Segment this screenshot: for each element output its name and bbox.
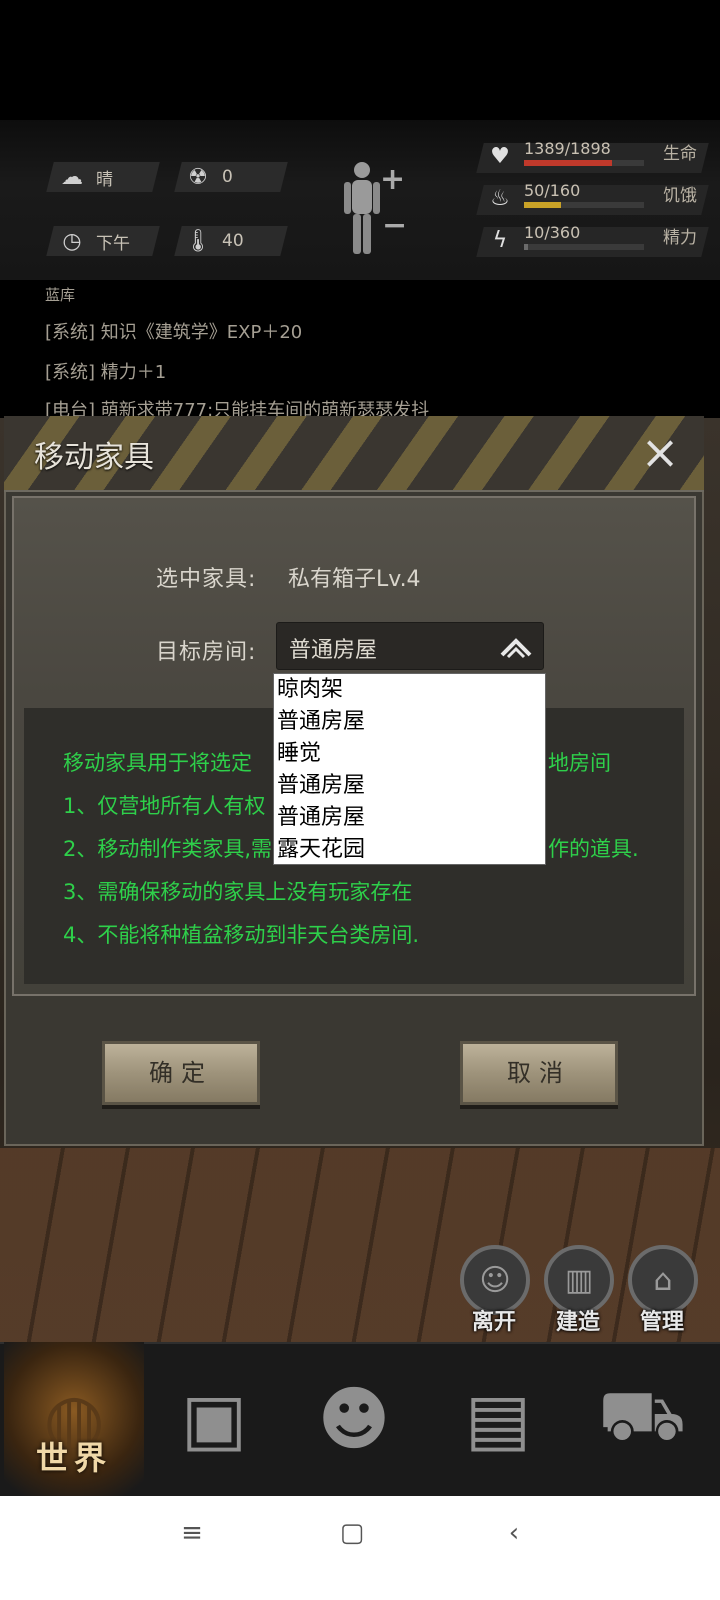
health-value: 1389/1898 [524,139,611,158]
dropdown-option[interactable]: 普通房屋 [274,706,545,738]
hunger-bar-fill [524,202,562,208]
info-line: 移动家具用于将选定 [63,751,252,775]
selected-furniture-label: 选中家具: [156,567,257,592]
cancel-button[interactable]: 取消 [460,1041,618,1105]
log-line: 蓝库 [45,286,76,304]
thermometer-icon: 🌡 [184,228,212,254]
radiation-icon: ☢ [188,164,208,190]
dialog-header: 移动家具 × [4,416,704,492]
radio-icon: ▤ [464,1378,532,1460]
home-icon[interactable]: ▢ [322,1516,382,1550]
dropdown-option[interactable]: 露天花园 [274,834,545,866]
build-icon: ▥ [564,1262,594,1298]
target-room-select[interactable]: 普通房屋 [276,622,544,670]
info-line: 1、仅营地所有人有权 [63,794,266,818]
health-label: 生命 [663,144,697,164]
info-line: 3、需确保移动的家具上没有玩家存在 [63,880,413,904]
stomach-icon: ♨ [490,185,510,211]
back-icon[interactable]: ‹ [484,1516,544,1550]
info-line: 地房间 [548,751,611,775]
dialog-title: 移动家具 [34,440,154,475]
sun-cloud-icon: ☁ [61,164,83,190]
energy-label: 精力 [663,228,697,248]
wooden-floor [0,1148,720,1348]
weather-text: 晴 [96,169,113,190]
leave-label: 离开 [472,1310,517,1335]
build-label: 建造 [556,1310,601,1335]
menu-icon[interactable]: ≡ [162,1516,222,1550]
log-line: [系统] 精力＋1 [45,362,167,383]
nav-radio[interactable]: ▤ [428,1342,568,1496]
backpack-icon: ▣ [180,1378,248,1460]
nav-shop[interactable]: ⛟ [572,1342,712,1496]
nav-skills[interactable]: ☻ [284,1342,424,1496]
energy-bar [524,244,644,250]
target-room-value: 普通房屋 [289,638,378,663]
energy-stat: ϟ 10/360 精力 [476,222,709,258]
chevron-up-icon [500,638,532,659]
radiation-chip: ☢ 0 [184,163,233,191]
weather-chip: ☁ 晴 [58,163,113,191]
dropdown-option[interactable]: 普通房屋 [274,770,545,802]
energy-value: 10/360 [524,223,581,242]
heart-icon: ♥ [490,143,510,169]
temp-chip: 🌡 40 [184,227,244,255]
body-status-button[interactable]: + − [340,160,410,260]
target-room-dropdown: 晾肉架 普通房屋 睡觉 普通房屋 普通房屋 露天花园 [273,673,546,865]
hunger-stat: ♨ 50/160 饥饿 [476,180,709,216]
dropdown-option[interactable]: 晾肉架 [274,674,545,706]
clock-icon: ◷ [62,228,82,254]
radiation-value: 0 [222,167,233,187]
message-log[interactable]: 蓝库 [系统] 知识《建筑学》EXP＋20 [系统] 精力＋1 [电台] 萌新求… [0,280,720,421]
minus-icon: − [382,208,408,243]
dropdown-option[interactable]: 普通房屋 [274,802,545,834]
energy-icon: ϟ [492,227,508,253]
selected-furniture-value: 私有箱子Lv.4 [288,567,421,592]
time-text: 下午 [96,233,130,254]
info-line: 作的道具. [548,837,639,861]
dropdown-option[interactable]: 睡觉 [274,738,545,770]
health-bar-fill [524,160,612,166]
cart-icon: ⛟ [597,1373,687,1456]
log-line: [系统] 知识《建筑学》EXP＋20 [45,322,303,343]
target-room-label: 目标房间: [156,640,257,665]
nav-world-label: 世界 [36,1439,113,1477]
hunger-label: 饥饿 [663,186,697,206]
manage-label: 管理 [640,1310,685,1335]
temperature-value: 40 [222,231,244,251]
head-gears-icon: ☻ [317,1378,391,1460]
status-panel: ☁ 晴 ☢ 0 ◷ 下午 🌡 40 + − ♥ 1389/1898 生命 ♨ 5… [0,120,720,282]
leave-icon: ☺ [479,1262,511,1298]
confirm-button[interactable]: 确定 [102,1041,260,1105]
manage-icon: ⌂ [653,1262,673,1298]
energy-bar-fill [524,244,528,250]
hunger-bar [524,202,644,208]
close-icon[interactable]: × [632,424,688,480]
info-line: 4、不能将种植盆移动到非天台类房间. [63,923,420,947]
hunger-value: 50/160 [524,181,581,200]
health-bar [524,160,644,166]
info-line: 2、移动制作类家具,需 [63,837,273,861]
health-stat: ♥ 1389/1898 生命 [476,138,709,174]
time-chip: ◷ 下午 [58,227,130,255]
plus-icon: + [380,162,406,197]
nav-backpack[interactable]: ▣ [144,1342,284,1496]
